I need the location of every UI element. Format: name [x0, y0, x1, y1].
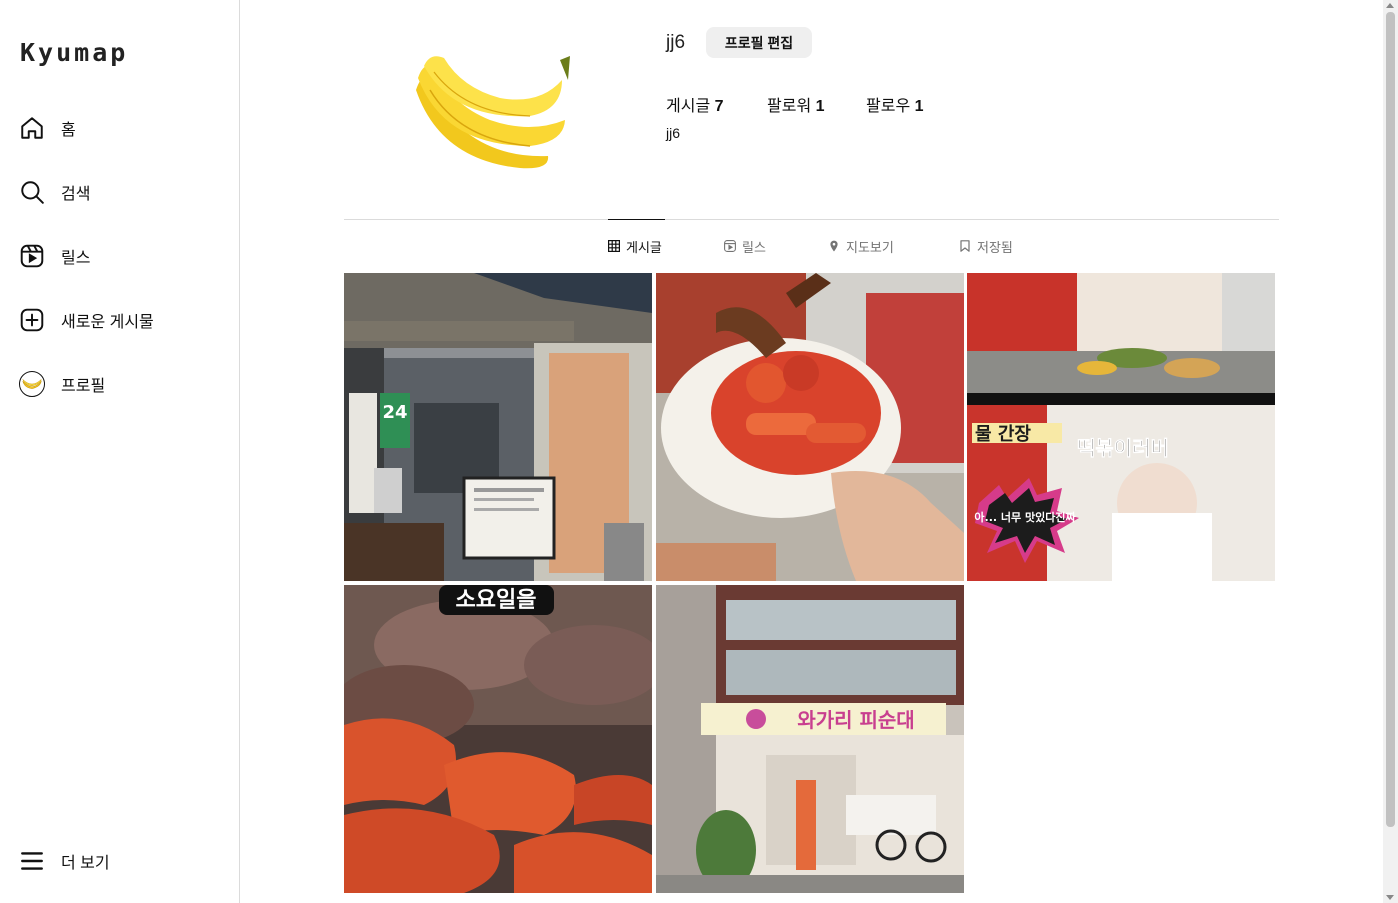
stat-label: 팔로우 — [866, 98, 911, 115]
search-icon — [18, 178, 46, 206]
post-thumbnail[interactable]: 물 간장 떡볶이러버 아... 너무 맛있다진짜 — [967, 273, 1275, 581]
grid-icon — [608, 240, 620, 252]
stat-followers[interactable]: 팔로워 1 — [767, 92, 825, 116]
banana-image — [416, 56, 570, 169]
sidebar-item-label: 검색 — [61, 186, 91, 203]
post-caption-text: 소요일을 — [456, 588, 537, 613]
reels-icon — [18, 242, 46, 270]
edit-profile-button[interactable]: 프로필 편집 — [706, 27, 812, 58]
post-sign-text: 물 간장 — [975, 424, 1031, 445]
sidebar-item-new-post[interactable]: 새로운 게시물 — [18, 300, 154, 340]
plus-square-icon — [18, 306, 46, 334]
tab-label: 저장됨 — [977, 239, 1013, 255]
stat-label: 게시글 — [666, 98, 711, 115]
post-thumbnail[interactable]: 와가리 피순대 — [656, 585, 964, 893]
sidebar-item-profile[interactable]: 프로필 — [18, 364, 105, 404]
post-caption-text: 떡볶이러버 — [1077, 436, 1169, 460]
post-image-collage: 물 간장 떡볶이러버 아... 너무 맛있다진짜 — [967, 273, 1275, 581]
profile-username: jj6 — [666, 32, 686, 53]
profile-picture[interactable] — [410, 50, 570, 175]
sidebar-item-label: 릴스 — [61, 250, 91, 267]
tab-posts[interactable]: 게시글 — [608, 219, 665, 272]
stat-following[interactable]: 팔로우 1 — [866, 92, 924, 116]
tab-reels[interactable]: 릴스 — [724, 220, 766, 272]
sidebar-item-label: 프로필 — [61, 378, 106, 395]
banana-avatar-icon — [19, 371, 45, 397]
map-pin-icon — [828, 240, 840, 252]
tab-saved[interactable]: 저장됨 — [959, 220, 1013, 272]
post-thumbnail[interactable]: 24 — [344, 273, 652, 581]
post-sign-text: 와가리 피순대 — [797, 708, 914, 732]
profile-bio: jj6 — [666, 125, 681, 141]
stat-posts[interactable]: 게시글 7 — [666, 92, 724, 116]
header-divider — [344, 219, 1279, 220]
scroll-up-arrow-icon[interactable] — [1386, 3, 1394, 8]
sidebar-item-label: 더 보기 — [61, 855, 110, 872]
sidebar: Kyumap 홈 검색 릴스 새로운 게시물 프로필 더 보기 — [0, 0, 240, 903]
stat-value: 1 — [815, 98, 825, 115]
scrollbar-thumb[interactable] — [1386, 12, 1395, 827]
sidebar-item-home[interactable]: 홈 — [18, 108, 76, 148]
scrollbar[interactable] — [1383, 0, 1398, 903]
tab-label: 지도보기 — [846, 239, 894, 255]
bookmark-icon — [959, 240, 971, 252]
stat-value: 1 — [914, 98, 924, 115]
tab-label: 게시글 — [626, 239, 662, 255]
post-image-storefront: 24 — [344, 273, 652, 581]
stat-value: 7 — [714, 98, 724, 115]
sidebar-item-more[interactable]: 더 보기 — [18, 841, 110, 881]
sidebar-item-search[interactable]: 검색 — [18, 172, 90, 212]
post-burst-text: 아... 너무 맛있다진짜 — [974, 510, 1076, 524]
home-icon — [18, 114, 46, 142]
post-image-building: 와가리 피순대 — [656, 585, 964, 893]
sidebar-item-label: 새로운 게시물 — [61, 314, 154, 331]
tab-map[interactable]: 지도보기 — [828, 220, 894, 272]
post-thumbnail[interactable] — [656, 273, 964, 581]
sidebar-item-label: 홈 — [61, 122, 76, 139]
post-thumbnail[interactable]: 소요일을 — [344, 585, 652, 893]
post-sign-text: 24 — [382, 402, 407, 423]
stat-label: 팔로워 — [767, 98, 812, 115]
tab-label: 릴스 — [742, 239, 766, 255]
sidebar-item-reels[interactable]: 릴스 — [18, 236, 90, 276]
reels-icon — [724, 240, 736, 252]
post-image-tteokbokki — [656, 273, 964, 581]
post-image-grill: 소요일을 — [344, 585, 652, 893]
scroll-down-arrow-icon[interactable] — [1386, 895, 1394, 900]
menu-icon — [18, 847, 46, 875]
app-logo[interactable]: Kyumap — [20, 38, 128, 67]
